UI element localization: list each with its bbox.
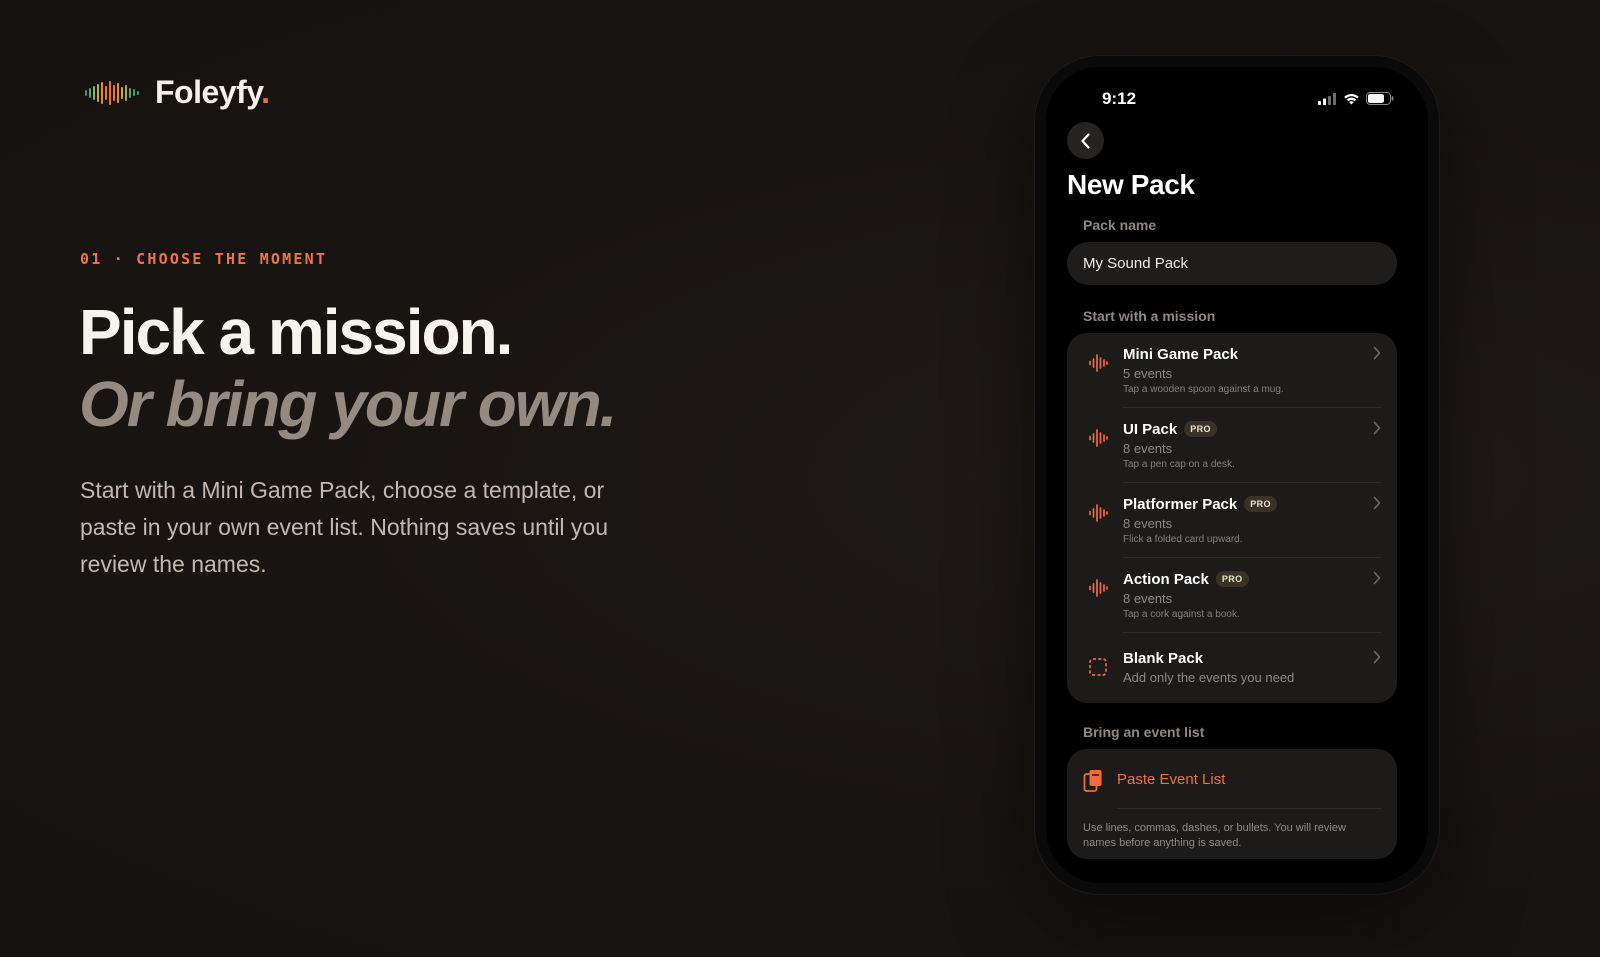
waveform-icon bbox=[1089, 354, 1108, 372]
headline-secondary: Or bring your own. bbox=[79, 368, 617, 440]
clipboard-icon bbox=[1083, 770, 1102, 792]
mission-count: Add only the events you need bbox=[1123, 670, 1295, 685]
brand-name: Foleyfy. bbox=[155, 74, 270, 110]
mission-title: Action Pack bbox=[1123, 570, 1209, 588]
screen-title: New Pack bbox=[1067, 169, 1195, 200]
mission-count: 5 events bbox=[1123, 366, 1173, 381]
missions-label: Start with a mission bbox=[1083, 308, 1216, 324]
phone-screen: 9:12 New Pack Pack name My Sound Pack St… bbox=[1046, 67, 1428, 883]
battery-icon bbox=[1366, 92, 1394, 105]
hero-description: Start with a Mini Game Pack, choose a te… bbox=[80, 477, 609, 577]
waveform-icon bbox=[1089, 579, 1108, 597]
paste-help-text: Use lines, commas, dashes, or bullets. Y… bbox=[1083, 822, 1346, 849]
chevron-right-icon bbox=[1373, 346, 1381, 360]
event-list-card: Paste Event List Use lines, commas, dash… bbox=[1067, 749, 1397, 859]
mission-blank-pack[interactable]: Blank Pack Add only the events you need bbox=[1067, 633, 1397, 703]
mission-hint: Flick a folded card upward. bbox=[1123, 534, 1243, 545]
mission-title: Blank Pack bbox=[1123, 649, 1204, 667]
chevron-right-icon bbox=[1373, 650, 1381, 664]
hero-headline: Pick a mission. Or bring your own. bbox=[79, 296, 617, 440]
pro-badge: PRO bbox=[1215, 571, 1249, 587]
event-list-label: Bring an event list bbox=[1083, 724, 1205, 740]
landing-page: Foleyfy. 01 · CHOOSE THE MOMENT Pick a m… bbox=[0, 0, 1600, 957]
pack-name-label: Pack name bbox=[1083, 217, 1157, 233]
missions-list: Mini Game Pack 5 events Tap a wooden spo… bbox=[1067, 333, 1397, 703]
mission-hint: Tap a pen cap on a desk. bbox=[1123, 459, 1235, 470]
mission-title: Platformer Pack bbox=[1123, 495, 1238, 513]
mission-title: Mini Game Pack bbox=[1123, 345, 1239, 363]
dashed-square-icon bbox=[1089, 658, 1107, 676]
mission-title: UI Pack bbox=[1123, 420, 1178, 438]
headline-primary: Pick a mission. bbox=[79, 296, 513, 368]
chevron-right-icon bbox=[1373, 496, 1381, 510]
mission-count: 8 events bbox=[1123, 516, 1173, 531]
brand-logo[interactable]: Foleyfy. bbox=[85, 74, 270, 111]
row-divider bbox=[1117, 808, 1381, 809]
mission-action-pack[interactable]: Action Pack PRO 8 events Tap a cork agai… bbox=[1067, 558, 1397, 633]
status-time: 9:12 bbox=[1102, 89, 1137, 108]
mission-ui-pack[interactable]: UI Pack PRO 8 events Tap a pen cap on a … bbox=[1067, 408, 1397, 483]
waveform-icon bbox=[1089, 429, 1108, 447]
cellular-signal-icon bbox=[1318, 92, 1336, 105]
chevron-right-icon bbox=[1373, 421, 1381, 435]
pro-badge: PRO bbox=[1184, 421, 1217, 437]
mission-platformer-pack[interactable]: Platformer Pack PRO 8 events Flick a fol… bbox=[1067, 483, 1397, 558]
mission-count: 8 events bbox=[1123, 441, 1173, 456]
paste-event-list-label: Paste Event List bbox=[1117, 771, 1226, 788]
phone-mockup: 9:12 New Pack Pack name My Sound Pack St… bbox=[1034, 55, 1440, 895]
status-icons bbox=[1318, 92, 1394, 105]
mission-count: 8 events bbox=[1123, 591, 1173, 606]
paste-event-list-button[interactable]: Paste Event List bbox=[1067, 749, 1397, 809]
chevron-right-icon bbox=[1373, 571, 1381, 585]
chevron-left-icon bbox=[1081, 132, 1090, 149]
waveform-logo-icon bbox=[85, 78, 139, 108]
mission-hint: Tap a wooden spoon against a mug. bbox=[1123, 384, 1284, 395]
status-bar: 9:12 bbox=[1046, 67, 1428, 127]
pack-name-input[interactable] bbox=[1067, 242, 1397, 285]
section-eyebrow: 01 · CHOOSE THE MOMENT bbox=[80, 250, 328, 268]
brand-dot: . bbox=[261, 74, 270, 110]
waveform-icon bbox=[1089, 504, 1108, 522]
pro-badge: PRO bbox=[1244, 496, 1277, 512]
wifi-icon bbox=[1344, 93, 1359, 104]
mission-mini-game-pack[interactable]: Mini Game Pack 5 events Tap a wooden spo… bbox=[1067, 333, 1397, 408]
back-button[interactable] bbox=[1067, 122, 1104, 159]
mission-hint: Tap a cork against a book. bbox=[1123, 609, 1240, 620]
